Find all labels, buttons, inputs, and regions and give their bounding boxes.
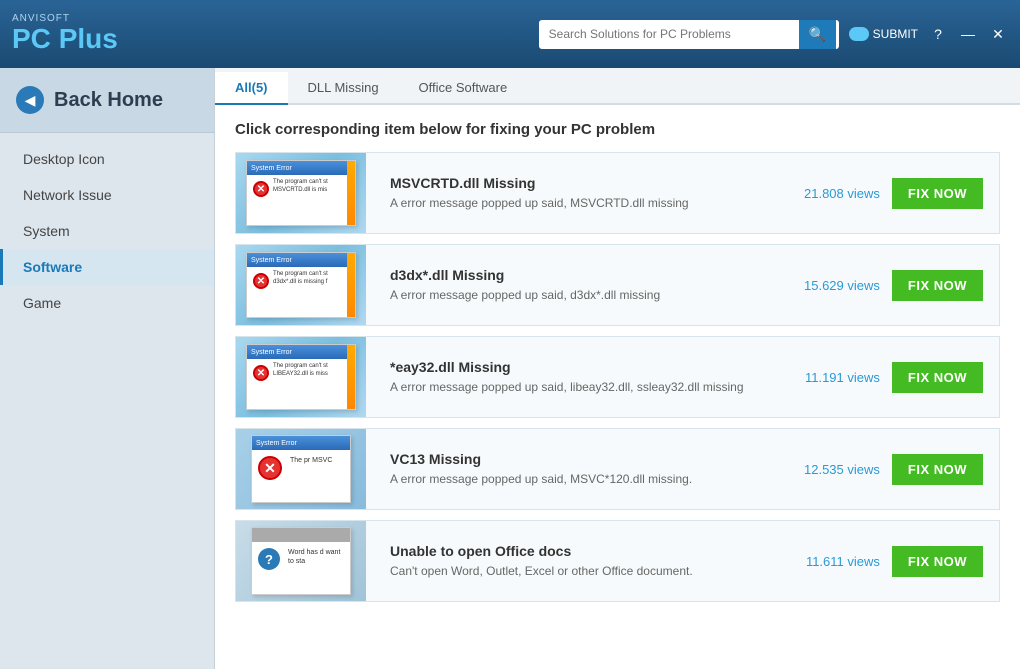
- fix-now-button-5[interactable]: FIX NOW: [892, 546, 983, 577]
- search-bar: 🔍: [539, 20, 839, 49]
- sidebar-item-system[interactable]: System: [0, 213, 214, 249]
- back-home-button[interactable]: ◀ Back Home: [0, 68, 214, 133]
- sidebar: ◀ Back Home Desktop Icon Network Issue S…: [0, 68, 215, 669]
- problem-stats-1: 21.808 views FIX NOW: [788, 178, 999, 209]
- tab-all[interactable]: All(5): [215, 72, 288, 105]
- thumb-text-3: The program can't st LIBEAY32.dll is mis…: [273, 363, 349, 379]
- problem-desc-5: Can't open Word, Outlet, Excel or other …: [390, 563, 766, 580]
- problem-title-1: MSVCRTD.dll Missing: [390, 175, 764, 191]
- problem-item: System Error ✕ The pr MSVC VC13 Missing …: [235, 428, 1000, 510]
- thumb-question-icon-5: ?: [258, 548, 280, 570]
- problem-info-2: d3dx*.dll Missing A error message popped…: [382, 257, 772, 314]
- thumb-body-3: ✕ The program can't st LIBEAY32.dll is m…: [247, 359, 355, 385]
- views-count-4: 12.535 views: [804, 462, 880, 477]
- fix-now-button-2[interactable]: FIX NOW: [892, 270, 983, 301]
- submit-icon: [849, 27, 869, 41]
- problem-item: System Error ✕ The program can't st MSVC…: [235, 152, 1000, 234]
- logo-area: ANVISOFT PC Plus: [12, 13, 118, 55]
- problem-title-3: *eay32.dll Missing: [390, 359, 765, 375]
- problem-item: System Error ✕ The program can't st LIBE…: [235, 336, 1000, 418]
- problem-stats-3: 11.191 views FIX NOW: [789, 362, 999, 393]
- problem-desc-2: A error message popped up said, d3dx*.dl…: [390, 287, 764, 304]
- problem-thumb-5: ? Word has d want to sta: [236, 521, 366, 601]
- sidebar-nav: Desktop Icon Network Issue System Softwa…: [0, 133, 214, 329]
- views-count-5: 11.611 views: [806, 554, 880, 569]
- content-header: Click corresponding item below for fixin…: [235, 121, 1000, 138]
- sidebar-item-desktop-icon[interactable]: Desktop Icon: [0, 141, 214, 177]
- tab-dll-missing[interactable]: DLL Missing: [288, 72, 399, 105]
- submit-button[interactable]: SUBMIT: [849, 27, 918, 41]
- fix-now-button-3[interactable]: FIX NOW: [892, 362, 983, 393]
- thumb-body-1: ✕ The program can't st MSVCRTD.dll is mi…: [247, 175, 355, 201]
- sidebar-item-game[interactable]: Game: [0, 285, 214, 321]
- problem-item: System Error ✕ The program can't st d3dx…: [235, 244, 1000, 326]
- minimize-button[interactable]: —: [958, 24, 978, 44]
- close-button[interactable]: ✕: [988, 24, 1008, 44]
- main-layout: ◀ Back Home Desktop Icon Network Issue S…: [0, 68, 1020, 669]
- thumb-text-4: The pr MSVC: [290, 456, 332, 465]
- problem-info-3: *eay32.dll Missing A error message poppe…: [382, 349, 773, 406]
- thumb-orange-bar-1: [347, 161, 355, 225]
- tab-office-software[interactable]: Office Software: [399, 72, 528, 105]
- back-home-icon: ◀: [16, 86, 44, 114]
- problem-stats-4: 12.535 views FIX NOW: [788, 454, 999, 485]
- problem-info-5: Unable to open Office docs Can't open Wo…: [382, 533, 774, 590]
- thumb-text-1: The program can't st MSVCRTD.dll is mis: [273, 179, 349, 195]
- thumb-error-icon-large-4: ✕: [258, 456, 282, 480]
- thumb-body-2: ✕ The program can't st d3dx*.dll is miss…: [247, 267, 355, 293]
- back-home-label: Back Home: [54, 89, 163, 112]
- problem-item: ? Word has d want to sta Unable to open …: [235, 520, 1000, 602]
- problem-thumb-2: System Error ✕ The program can't st d3dx…: [236, 245, 366, 325]
- problem-desc-3: A error message popped up said, libeay32…: [390, 379, 765, 396]
- problem-stats-5: 11.611 views FIX NOW: [790, 546, 999, 577]
- thumb-text-5: Word has d want to sta: [288, 548, 344, 566]
- help-button[interactable]: ?: [928, 24, 948, 44]
- titlebar: ANVISOFT PC Plus 🔍 SUBMIT ? — ✕: [0, 0, 1020, 68]
- thumb-orange-bar-2: [347, 253, 355, 317]
- thumb-text-2: The program can't st d3dx*.dll is missin…: [273, 271, 349, 287]
- views-count-3: 11.191 views: [805, 370, 880, 385]
- thumb-orange-bar-3: [347, 345, 355, 409]
- problem-thumb-1: System Error ✕ The program can't st MSVC…: [236, 153, 366, 233]
- sidebar-item-software[interactable]: Software: [0, 249, 214, 285]
- thumb-error-icon-2: ✕: [253, 273, 269, 289]
- views-count-2: 15.629 views: [804, 278, 880, 293]
- problem-title-2: d3dx*.dll Missing: [390, 267, 764, 283]
- thumb-error-icon-3: ✕: [253, 365, 269, 381]
- problem-info-4: VC13 Missing A error message popped up s…: [382, 441, 772, 498]
- views-count-1: 21.808 views: [804, 186, 880, 201]
- thumb-error-icon-1: ✕: [253, 181, 269, 197]
- problem-title-4: VC13 Missing: [390, 451, 764, 467]
- problem-desc-4: A error message popped up said, MSVC*120…: [390, 471, 764, 488]
- thumb-titlebar-2: System Error: [247, 253, 355, 267]
- sidebar-item-network-issue[interactable]: Network Issue: [0, 177, 214, 213]
- thumb-titlebar-5: [252, 528, 350, 542]
- fix-now-button-1[interactable]: FIX NOW: [892, 178, 983, 209]
- titlebar-controls: 🔍 SUBMIT ? — ✕: [539, 20, 1008, 49]
- problem-desc-1: A error message popped up said, MSVCRTD.…: [390, 195, 764, 212]
- problem-stats-2: 15.629 views FIX NOW: [788, 270, 999, 301]
- thumb-titlebar-4: System Error: [252, 436, 350, 450]
- thumb-titlebar-3: System Error: [247, 345, 355, 359]
- problem-title-5: Unable to open Office docs: [390, 543, 766, 559]
- problem-thumb-3: System Error ✕ The program can't st LIBE…: [236, 337, 366, 417]
- logo-title: PC Plus: [12, 24, 118, 55]
- search-button[interactable]: 🔍: [799, 20, 836, 49]
- fix-now-button-4[interactable]: FIX NOW: [892, 454, 983, 485]
- thumb-body-5: ? Word has d want to sta: [252, 542, 350, 576]
- problem-thumb-4: System Error ✕ The pr MSVC: [236, 429, 366, 509]
- problem-info-1: MSVCRTD.dll Missing A error message popp…: [382, 165, 772, 222]
- thumb-titlebar-1: System Error: [247, 161, 355, 175]
- search-input[interactable]: [539, 21, 799, 47]
- content-inner: Click corresponding item below for fixin…: [215, 105, 1020, 669]
- tabs-bar: All(5) DLL Missing Office Software: [215, 68, 1020, 105]
- thumb-body-4: ✕ The pr MSVC: [252, 450, 350, 486]
- content-area: All(5) DLL Missing Office Software Click…: [215, 68, 1020, 669]
